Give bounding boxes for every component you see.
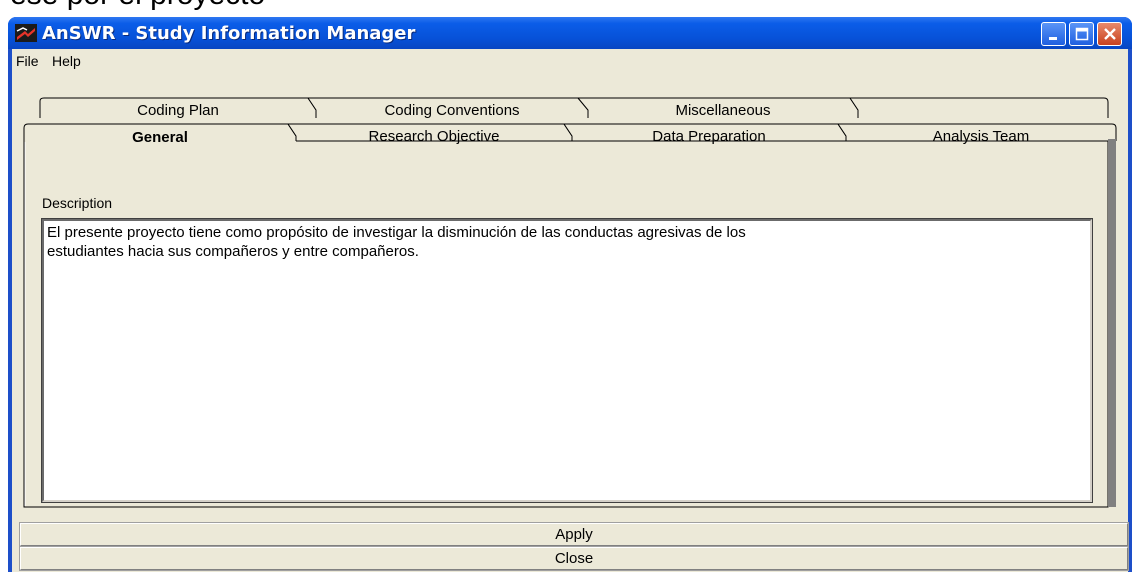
close-window-button[interactable]: [1097, 22, 1122, 46]
window-client-area: File Help Coding Plan Coding Conventions…: [12, 49, 1129, 572]
maximize-button[interactable]: [1069, 22, 1094, 46]
minimize-button[interactable]: [1041, 22, 1066, 46]
background-document-text: ese por el proyecto: [10, 0, 265, 12]
close-button[interactable]: Close: [19, 546, 1129, 571]
title-bar[interactable]: AnSWR - Study Information Manager: [8, 17, 1132, 49]
minimize-icon: [1048, 37, 1057, 40]
tab-general[interactable]: General: [26, 129, 294, 146]
tab-miscellaneous[interactable]: Miscellaneous: [590, 102, 856, 119]
study-information-manager-window: AnSWR - Study Information Manager File H…: [8, 17, 1132, 572]
close-icon: [1103, 28, 1116, 40]
maximize-icon: [1075, 27, 1088, 41]
tab-data-preparation[interactable]: Data Preparation: [574, 128, 844, 145]
tab-coding-conventions[interactable]: Coding Conventions: [318, 102, 586, 119]
description-textarea[interactable]: El presente proyecto tiene como propósit…: [41, 218, 1093, 503]
tab-analysis-team[interactable]: Analysis Team: [848, 128, 1114, 145]
description-text: El presente proyecto tiene como propósit…: [47, 224, 746, 260]
tab-coding-plan[interactable]: Coding Plan: [42, 102, 314, 119]
tab-research-objective[interactable]: Research Objective: [298, 128, 570, 145]
panel-shadow: [1108, 139, 1116, 507]
app-logo-icon: [15, 24, 37, 42]
description-label: Description: [42, 195, 113, 211]
apply-button[interactable]: Apply: [19, 522, 1129, 547]
window-title: AnSWR - Study Information Manager: [42, 23, 416, 44]
